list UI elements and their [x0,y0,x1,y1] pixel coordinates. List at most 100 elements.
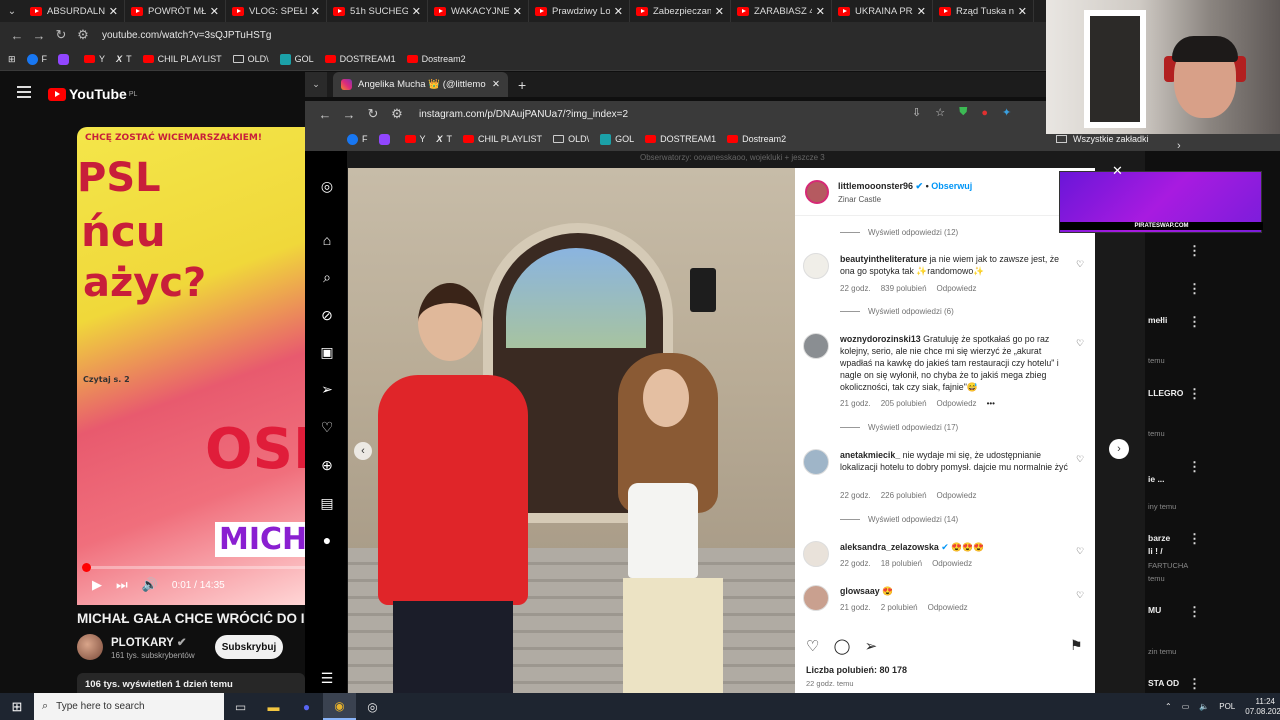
commenter-avatar[interactable] [803,585,829,611]
commenter-name[interactable]: aleksandra_zelazowska [840,542,939,552]
commenter-name[interactable]: beautyintheliterature [840,254,927,264]
youtube-logo[interactable]: YouTube PL [48,86,137,102]
ad-banner[interactable]: PIRATESWAP.COM [1059,171,1263,233]
explore-icon[interactable]: ⊘ [319,307,335,323]
bookmark-x[interactable]: XT [116,54,132,64]
bookmark-f[interactable]: F [347,133,368,145]
channel-name[interactable]: PLOTKARY [111,637,174,649]
bookmark-twitch[interactable] [58,53,73,65]
notifications-icon[interactable]: ♡ [319,419,335,435]
scrubber-handle[interactable] [82,563,91,572]
file-explorer-icon[interactable]: ▬ [257,693,290,720]
view-replies[interactable]: Wyświetl odpowiedzi (17) [840,423,958,432]
view-replies[interactable]: Wyświetl odpowiedzi (6) [840,307,954,316]
save-icon[interactable]: ⚑ [1070,637,1083,654]
video-player[interactable]: CHCĘ ZOSTAĆ WICEMARSZAŁKIEM! PSL ńcu aży… [77,127,305,605]
play-icon[interactable]: ▶ [92,577,102,593]
search-icon[interactable]: ⌕ [319,269,335,285]
more-options-icon[interactable]: ⋮ [1188,243,1201,259]
like-count[interactable]: Liczba polubień: 80 178 [806,665,907,675]
bookmark-old[interactable]: OLD\ [553,134,589,144]
commenter-avatar[interactable] [803,253,829,279]
volume-icon[interactable]: 🔈 [1199,702,1209,711]
bookmark-dostream2[interactable]: Dostream2 [727,134,786,144]
bookmark-dostream1[interactable]: DOSTREAM1 [645,134,716,144]
close-tab-icon[interactable]: ✕ [109,5,118,18]
comment-icon[interactable]: ◯ [834,638,851,655]
task-view-icon[interactable]: ▭ [224,693,257,720]
more-options-icon[interactable]: ⋮ [1188,281,1201,297]
bookmark-gol[interactable]: GOL [279,53,314,65]
bookmark-chil[interactable]: CHIL PLAYLIST [463,134,542,144]
like-comment-icon[interactable]: ♡ [1076,546,1084,557]
site-info-icon[interactable]: ⚙ [72,27,94,43]
bookmark-old[interactable]: OLD\ [232,54,269,64]
bookmark-y[interactable]: Y [84,54,105,64]
commenter-avatar[interactable] [803,449,829,475]
clock[interactable]: 11:2407.08.2025 [1245,697,1280,717]
prev-image-button[interactable]: ‹ [354,442,372,460]
next-post-button[interactable]: › [1109,439,1129,459]
url-field[interactable]: youtube.com/watch?v=3sQJPTuHSTg [102,30,271,41]
back-icon[interactable]: ← [6,28,28,43]
commenter-avatar[interactable] [803,541,829,567]
like-comment-icon[interactable]: ♡ [1076,259,1084,270]
browser-tab[interactable]: 51h SUCHEGO✕ [327,0,428,22]
new-tab-icon[interactable]: + [518,77,526,93]
bookmark-dostream2[interactable]: Dostream2 [406,54,466,64]
taskbar-search[interactable]: ⌕ Type here to search [34,693,224,720]
bookmark-chil[interactable]: CHIL PLAYLIST [142,54,222,64]
create-icon[interactable]: ⊕ [319,457,335,473]
follow-button[interactable]: Obserwuj [931,181,972,191]
commenter-name[interactable]: glowsaay [840,586,880,596]
like-comment-icon[interactable]: ♡ [1076,590,1084,601]
more-options-icon[interactable]: ⋮ [1188,459,1201,475]
browser-tab[interactable]: Rząd Tuska nie✕ [933,0,1034,22]
tab-search-button[interactable]: ⌄ [0,0,24,22]
instagram-tab[interactable]: Angelika Mucha 👑 (@littlemo ✕ [333,72,508,97]
chevron-up-icon[interactable]: ⌃ [1165,702,1172,711]
instagram-logo-icon[interactable]: ◎ [319,178,335,194]
close-tab-icon[interactable]: ✕ [1018,5,1027,18]
network-icon[interactable]: ▭ [1182,702,1190,711]
more-options-icon[interactable]: ⋮ [1188,604,1201,620]
more-options-icon[interactable]: ••• [987,399,995,408]
channel-avatar[interactable] [77,634,103,660]
browser-tab[interactable]: UKRAINA PRZE✕ [832,0,933,22]
video-progress-bar[interactable] [82,563,305,572]
more-options-icon[interactable]: ⋮ [1188,386,1201,402]
reels-icon[interactable]: ▣ [319,344,335,360]
more-options-icon[interactable]: ⋮ [1188,676,1201,692]
browser-tab[interactable]: POWRÓT MŁO✕ [125,0,226,22]
view-replies[interactable]: Wyświetl odpowiedzi (12) [840,228,958,237]
profile-avatar[interactable]: ● [319,532,335,548]
bookmark-gol[interactable]: GOL [600,133,634,145]
dashboard-icon[interactable]: ▤ [319,495,335,511]
volume-icon[interactable]: 🔊 [142,577,158,593]
tab-search-button[interactable]: ⌄ [305,72,327,97]
forward-icon[interactable]: → [337,107,361,122]
reload-icon[interactable]: ↻ [50,27,72,43]
browser-tab[interactable]: ABSURDALNA✕ [24,0,125,22]
browser-tab[interactable]: WAKACYJNE N✕ [428,0,529,22]
forward-icon[interactable]: → [28,28,50,43]
author-name[interactable]: littlemooonster96 [838,181,913,191]
close-tab-icon[interactable]: ✕ [412,5,421,18]
reload-icon[interactable]: ↻ [361,106,385,122]
browser-tab[interactable]: Prawdziwy Lon ✕ [529,0,630,22]
bookmark-f[interactable]: F [26,53,47,65]
bookmark-y[interactable]: Y [404,134,426,144]
more-options-icon[interactable]: ⋮ [1188,314,1201,330]
close-tab-icon[interactable]: ✕ [917,5,926,18]
star-icon[interactable]: ☆ [935,106,945,119]
more-options-icon[interactable]: ⋮ [1188,531,1201,547]
install-icon[interactable]: ⇩ [912,106,921,119]
commenter-avatar[interactable] [803,333,829,359]
obs-icon[interactable]: ◎ [356,693,389,720]
post-location[interactable]: Zinar Castle [838,195,881,204]
subscribe-button[interactable]: Subskrybuj [215,635,283,659]
like-comment-icon[interactable]: ♡ [1076,338,1084,349]
discord-icon[interactable]: ● [290,693,323,720]
commenter-name[interactable]: woznydorozinski13 [840,334,921,344]
close-tab-icon[interactable]: ✕ [210,5,219,18]
